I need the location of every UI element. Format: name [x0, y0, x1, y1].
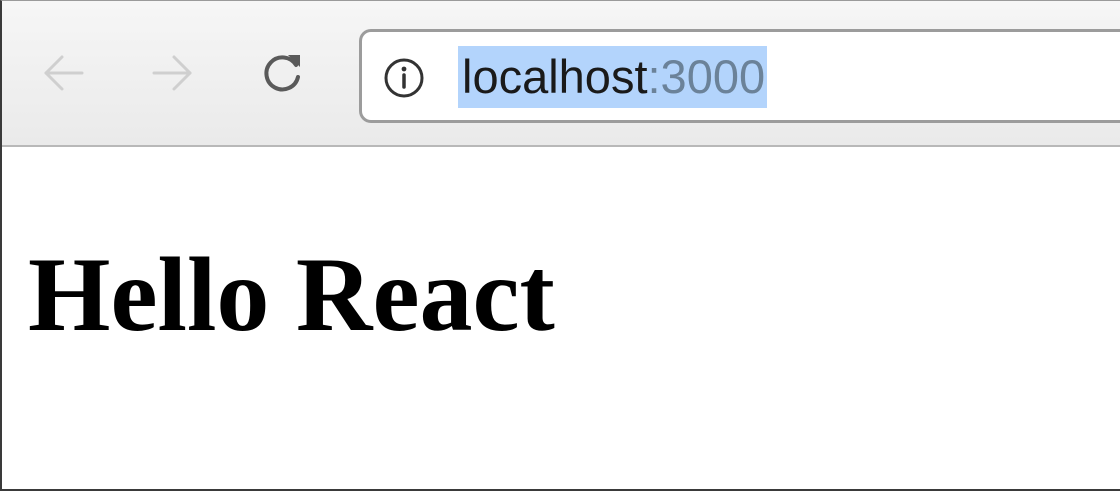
forward-button[interactable] — [144, 43, 204, 103]
url-host: localhost — [462, 50, 648, 103]
reload-icon — [264, 55, 300, 92]
page-content: Hello React — [2, 147, 1120, 489]
back-button[interactable] — [32, 43, 92, 103]
browser-toolbar: localhost:3000 — [2, 1, 1120, 147]
address-bar[interactable]: localhost:3000 — [359, 29, 1120, 123]
url-text[interactable]: localhost:3000 — [458, 46, 768, 108]
back-arrow-icon — [44, 55, 84, 91]
reload-button[interactable] — [252, 43, 312, 103]
browser-window: localhost:3000 Hello React — [0, 0, 1120, 491]
url-port: :3000 — [647, 50, 766, 103]
page-heading: Hello React — [28, 236, 555, 353]
info-icon[interactable] — [382, 56, 426, 100]
forward-arrow-icon — [152, 55, 192, 91]
